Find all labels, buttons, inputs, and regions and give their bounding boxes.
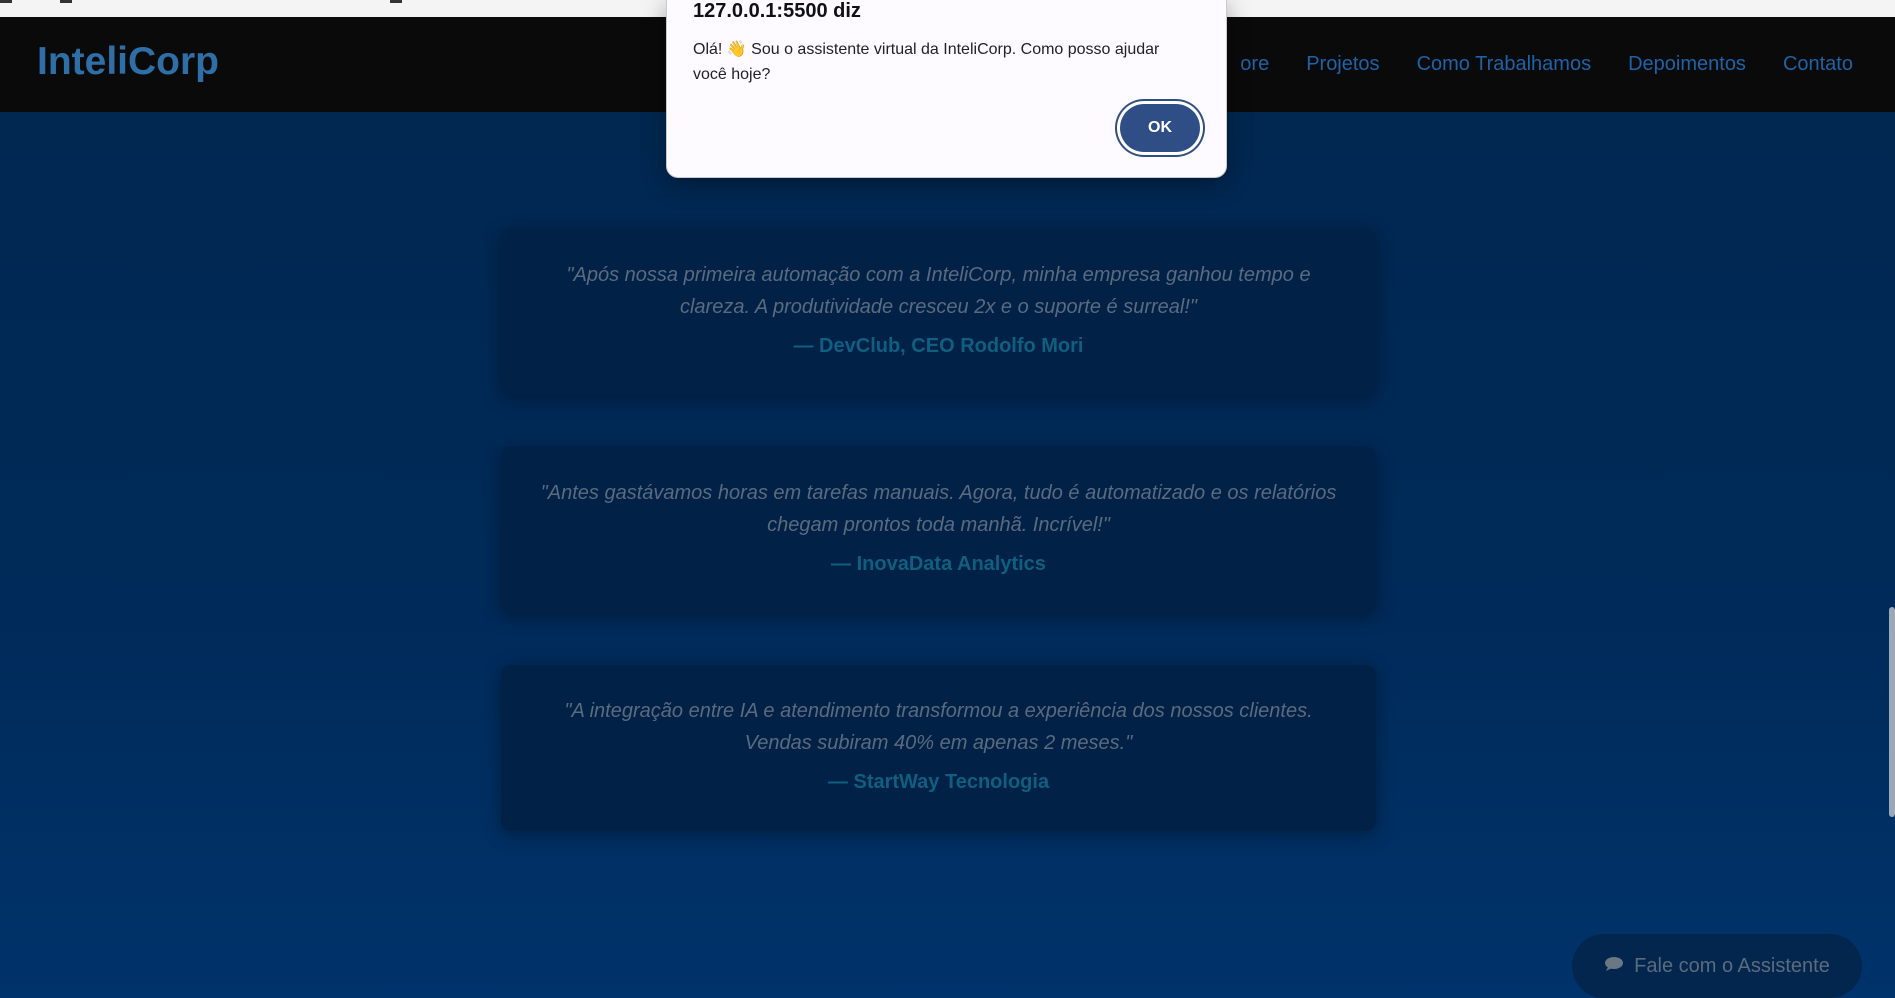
testimonial-card: "Antes gastávamos horas em tarefas manua… <box>501 447 1376 613</box>
testimonials-section: "Após nossa primeira automação com a Int… <box>501 229 1376 883</box>
testimonial-card: "Após nossa primeira automação com a Int… <box>501 229 1376 395</box>
nav-link-contato[interactable]: Contato <box>1783 53 1853 76</box>
ok-button[interactable]: OK <box>1120 104 1200 152</box>
chat-assistant-button[interactable]: Fale com o Assistente <box>1572 934 1862 998</box>
testimonial-quote: "Antes gastávamos horas em tarefas manua… <box>540 482 1337 536</box>
dialog-message: Olá! 👋 Sou o assistente virtual da Intel… <box>693 41 1160 83</box>
browser-icon-fragment <box>0 0 12 3</box>
testimonial-card: "A integração entre IA e atendimento tra… <box>501 665 1376 831</box>
alert-dialog: 127.0.0.1:5500 diz Olá! 👋 Sou o assisten… <box>666 0 1227 178</box>
dialog-title: 127.0.0.1:5500 diz <box>693 0 861 22</box>
nav-link-depoimentos[interactable]: Depoimentos <box>1628 53 1746 76</box>
nav-links: ore Projetos Como Trabalhamos Depoimento… <box>1240 53 1853 76</box>
nav-link-projetos[interactable]: Projetos <box>1306 53 1379 76</box>
testimonial-quote: "Após nossa primeira automação com a Int… <box>566 264 1311 318</box>
site-logo[interactable]: InteliCorp <box>37 40 219 84</box>
testimonial-author: — InovaData Analytics <box>831 553 1046 575</box>
browser-icon-fragment <box>60 0 72 3</box>
nav-link-como-trabalhamos[interactable]: Como Trabalhamos <box>1417 53 1592 76</box>
page-scrollbar[interactable] <box>1889 607 1895 817</box>
testimonial-quote: "A integração entre IA e atendimento tra… <box>564 700 1313 754</box>
testimonial-author: — StartWay Tecnologia <box>827 771 1050 793</box>
chat-assistant-label: Fale com o Assistente <box>1634 954 1830 977</box>
nav-link-sobre[interactable]: ore <box>1240 53 1269 76</box>
testimonial-author: — DevClub, CEO Rodolfo Mori <box>793 335 1084 357</box>
browser-icon-fragment <box>390 0 402 3</box>
speech-bubble-icon <box>1604 956 1624 977</box>
